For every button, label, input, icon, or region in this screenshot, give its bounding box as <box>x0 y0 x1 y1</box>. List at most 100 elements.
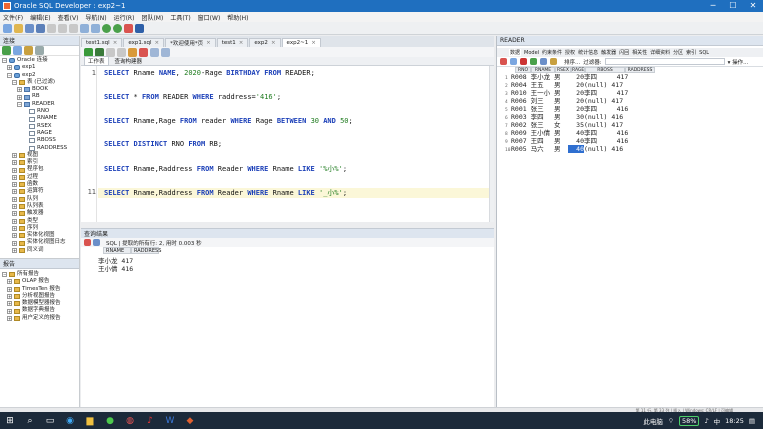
paste-icon[interactable] <box>69 23 78 33</box>
tab-2[interactable]: 约束条件 <box>542 49 562 56</box>
tree-node[interactable]: + RB <box>0 93 79 100</box>
cell-rname[interactable]: 马六 <box>531 145 554 153</box>
add-connection-icon[interactable] <box>2 46 11 55</box>
menu-team[interactable]: 团队(M) <box>141 13 163 22</box>
cell-rsex[interactable]: 男 <box>554 73 568 81</box>
expand-toggle-icon[interactable]: − <box>17 101 22 107</box>
tree-node[interactable]: + 同义词 <box>0 247 79 254</box>
sql-statement[interactable]: SELECT DISTINCT RNO FROM RB; <box>104 140 222 148</box>
cell-raddress[interactable]: 417 <box>617 89 629 97</box>
clock[interactable]: 18:25 <box>725 417 744 425</box>
menu-run[interactable]: 运行(R) <box>114 13 135 22</box>
cell-rboss[interactable]: (null) <box>584 121 611 129</box>
tree-node[interactable]: + exp1 <box>0 64 79 71</box>
rollback-icon[interactable] <box>550 58 557 65</box>
cell-rsex[interactable]: 男 <box>554 137 568 145</box>
tree-node[interactable]: − 表 (已过滤) <box>0 79 79 86</box>
tab-0[interactable]: 数据 <box>509 49 522 56</box>
save-all-icon[interactable] <box>36 23 45 33</box>
tree-node[interactable]: + 运算符 <box>0 188 79 195</box>
tree-node[interactable]: + 实体化视图日志 <box>0 239 79 246</box>
cell-rboss[interactable]: (null) <box>584 97 611 105</box>
pin-icon[interactable] <box>84 239 91 246</box>
table-row[interactable]: 9 R007 王四 男 40李四 416 <box>505 137 628 145</box>
cell-rage[interactable]: 20 <box>568 89 584 97</box>
expand-toggle-icon[interactable]: + <box>12 225 17 231</box>
autotrace-icon[interactable] <box>139 47 148 57</box>
cell-rno[interactable]: R002 <box>511 121 531 129</box>
close-icon[interactable]: × <box>113 40 118 46</box>
copy-icon[interactable] <box>58 23 67 33</box>
document-tab[interactable]: exp1.sql × <box>123 38 165 47</box>
expand-toggle-icon[interactable]: + <box>7 286 12 292</box>
table-row[interactable]: 1 R008 李小龙 男 20李四 417 <box>505 73 628 81</box>
sql-statement[interactable]: SELECT Rname,Rage FROM reader WHERE Rage… <box>104 117 353 125</box>
menu-navigate[interactable]: 导航(N) <box>85 13 106 22</box>
cell-rboss[interactable]: (null) <box>584 81 611 89</box>
tab-6[interactable]: 闪回 <box>619 49 629 56</box>
expand-toggle-icon[interactable]: + <box>7 308 12 314</box>
start-icon[interactable]: ⊞ <box>3 414 17 428</box>
cut-icon[interactable] <box>47 23 56 33</box>
column-header[interactable]: RADDRESS <box>131 247 161 254</box>
cell-raddress[interactable]: 417 <box>611 81 623 89</box>
tab-7[interactable]: 相关性 <box>632 49 647 56</box>
menu-file[interactable]: 文件(F) <box>3 13 23 22</box>
expand-toggle-icon[interactable]: + <box>12 160 17 166</box>
table-row[interactable]: 2 R004 王五 男 20(null) 417 <box>505 81 623 89</box>
tree-node[interactable]: RAGE <box>0 130 79 137</box>
refresh-icon[interactable] <box>510 58 517 65</box>
expand-toggle-icon[interactable]: + <box>7 279 12 285</box>
cell-rage[interactable]: 40 <box>568 145 584 153</box>
minimize-button[interactable]: ─ <box>703 0 723 12</box>
tree-node[interactable]: RSEX <box>0 123 79 130</box>
delete-row-icon[interactable] <box>520 58 527 65</box>
cell-raddress[interactable]: 416 <box>611 145 623 153</box>
volume-icon[interactable]: ♪ <box>704 417 708 425</box>
expand-toggle-icon[interactable]: + <box>17 87 22 93</box>
expand-toggle-icon[interactable]: + <box>12 247 17 253</box>
table-row[interactable]: 4 R006 刘三 男 20(null) 417 <box>505 97 623 105</box>
expand-toggle-icon[interactable]: − <box>7 72 12 78</box>
editor-scrollbar[interactable] <box>489 66 494 222</box>
cell-raddress[interactable]: 417 <box>611 97 623 105</box>
browser-icon[interactable]: ◍ <box>123 414 137 428</box>
expand-toggle-icon[interactable]: + <box>12 240 17 246</box>
table-row[interactable]: 王小倩 416 <box>98 263 133 273</box>
tree-node[interactable]: − READER <box>0 101 79 108</box>
tab-5[interactable]: 触发器 <box>601 49 616 56</box>
sql-developer-icon[interactable]: ◆ <box>183 414 197 428</box>
clear-icon[interactable] <box>150 47 159 57</box>
cell-rboss[interactable]: 李四 <box>584 105 617 113</box>
maximize-button[interactable]: ☐ <box>723 0 743 12</box>
refresh-icon[interactable] <box>13 46 22 55</box>
tree-node[interactable]: − Oracle 连接 <box>0 57 79 64</box>
forward-icon[interactable] <box>113 23 122 33</box>
menu-edit[interactable]: 编辑(E) <box>30 13 50 22</box>
tab-9[interactable]: 分区 <box>673 49 683 56</box>
explain-plan-icon[interactable] <box>128 47 137 57</box>
table-row[interactable]: 5 R001 张三 男 20李四 416 <box>505 105 628 113</box>
cell-rname[interactable]: 王小倩 <box>531 129 554 137</box>
cell-rno[interactable]: R007 <box>511 137 531 145</box>
close-icon[interactable]: × <box>154 40 159 46</box>
cell-rname[interactable]: 张三 <box>531 105 554 113</box>
cell-rname[interactable]: 李四 <box>531 113 554 121</box>
cell-rsex[interactable]: 男 <box>554 89 568 97</box>
tab-4[interactable]: 统计信息 <box>578 49 598 56</box>
cell-rage[interactable]: 20 <box>568 105 584 113</box>
cell-raddress[interactable]: 416 <box>617 129 629 137</box>
expand-toggle-icon[interactable]: + <box>12 153 17 158</box>
cell-rage[interactable]: 30 <box>568 113 584 121</box>
cell-rboss[interactable]: (null) <box>584 113 611 121</box>
expand-toggle-icon[interactable]: + <box>12 196 17 202</box>
expand-toggle-icon[interactable]: + <box>12 211 17 217</box>
menu-tools[interactable]: 工具(T) <box>170 13 190 22</box>
new-icon[interactable] <box>3 23 12 33</box>
tree-node[interactable]: − exp2 <box>0 72 79 79</box>
cell-rboss[interactable]: 李四 <box>584 129 617 137</box>
tab-worksheet[interactable]: 工作表 <box>84 56 109 66</box>
expand-toggle-icon[interactable]: + <box>7 315 12 321</box>
cell-rname[interactable]: 李小龙 <box>531 73 554 81</box>
sql-icon[interactable] <box>124 23 133 33</box>
